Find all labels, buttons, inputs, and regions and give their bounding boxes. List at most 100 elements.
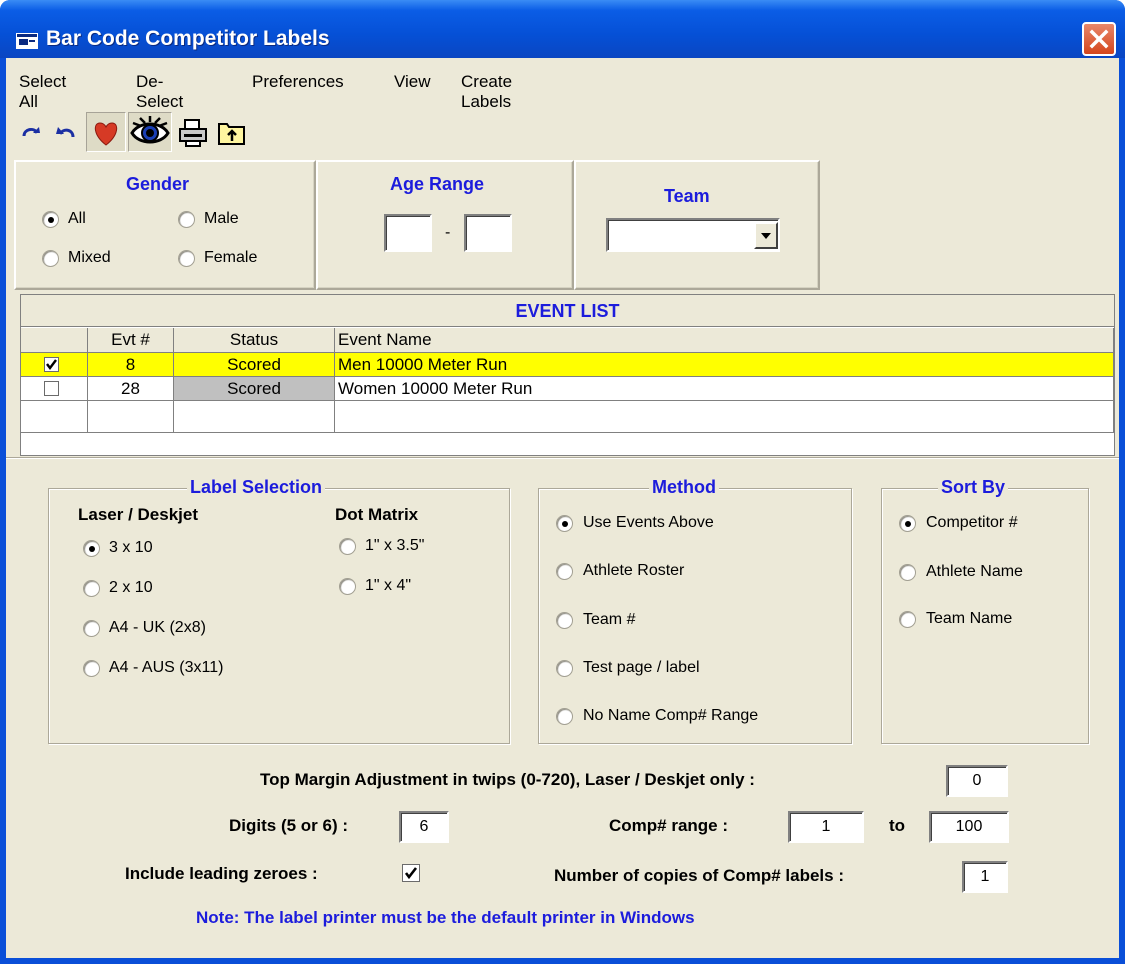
age-from-input[interactable] (384, 214, 432, 252)
label-3x10-label: 3 x 10 (109, 539, 153, 556)
row-1-checkbox[interactable] (44, 357, 59, 372)
gender-female-radio[interactable] (178, 250, 195, 267)
toolbar (18, 112, 318, 156)
undo-button[interactable] (50, 112, 82, 152)
column-header-evt[interactable]: Evt # (88, 328, 174, 353)
title-bar[interactable]: Bar Code Competitor Labels (0, 0, 1125, 58)
gender-title: Gender (126, 174, 190, 194)
window-title: Bar Code Competitor Labels (46, 27, 330, 50)
method-team-radio[interactable] (556, 612, 573, 629)
method-group: Method Use Events Above Athlete Roster T… (538, 477, 852, 744)
client-area: Select All De-Select Preferences View Cr… (6, 58, 1119, 958)
comp-range-to-label: to (889, 816, 906, 835)
close-icon (1089, 29, 1109, 49)
label-a4-aus-radio[interactable] (83, 660, 100, 677)
method-use-events-radio[interactable] (556, 515, 573, 532)
method-athlete-roster-radio[interactable] (556, 563, 573, 580)
label-a4-aus-label: A4 - AUS (3x11) (109, 659, 224, 676)
menu-preferences[interactable]: Preferences (252, 72, 344, 92)
sort-team-name-radio[interactable] (899, 611, 916, 628)
label-1x4-radio[interactable] (339, 578, 356, 595)
sort-athlete-name-label: Athlete Name (926, 563, 1023, 580)
digits-input[interactable]: 6 (399, 811, 449, 843)
gender-all-label: All (68, 210, 86, 227)
column-header-status[interactable]: Status (174, 328, 335, 353)
app-icon (16, 33, 38, 49)
label-3x10-radio[interactable] (83, 540, 100, 557)
age-to-input[interactable] (464, 214, 512, 252)
dot-matrix-header: Dot Matrix (335, 505, 419, 524)
sort-athlete-name-radio[interactable] (899, 564, 916, 581)
gender-male-radio[interactable] (178, 211, 195, 228)
label-2x10-label: 2 x 10 (109, 579, 153, 596)
empty-cell (174, 401, 335, 433)
laser-deskjet-header: Laser / Deskjet (78, 505, 199, 524)
empty-cell (335, 401, 1114, 433)
row-2-status[interactable]: Scored (174, 377, 335, 401)
event-list-title: EVENT LIST (21, 295, 1114, 327)
method-team-label: Team # (583, 611, 636, 628)
open-folder-button[interactable] (214, 112, 250, 152)
copies-label: Number of copies of Comp# labels : (554, 866, 844, 885)
top-margin-input[interactable]: 0 (946, 765, 1008, 797)
favorites-button[interactable] (86, 112, 126, 152)
empty-cell (88, 401, 174, 433)
event-list-grid: EVENT LIST Evt # Status Event Name 8 Sco… (20, 294, 1115, 456)
method-test-page-label: Test page / label (583, 659, 700, 676)
printer-note: Note: The label printer must be the defa… (196, 908, 695, 927)
close-button[interactable] (1082, 22, 1116, 56)
top-margin-label: Top Margin Adjustment in twips (0-720), … (260, 770, 755, 789)
row-1-evt[interactable]: 8 (88, 353, 174, 377)
column-header-event-name[interactable]: Event Name (335, 328, 1114, 353)
print-button[interactable] (176, 112, 210, 152)
team-dropdown-button[interactable] (754, 222, 778, 249)
method-test-page-radio[interactable] (556, 660, 573, 677)
row-2-evt[interactable]: 28 (88, 377, 174, 401)
gender-all-radio[interactable] (42, 211, 59, 228)
comp-range-from-input[interactable]: 1 (788, 811, 864, 843)
leading-zeroes-checkbox[interactable] (402, 864, 420, 882)
leading-zeroes-label: Include leading zeroes : (125, 864, 318, 883)
menu-view[interactable]: View (394, 72, 431, 92)
folder-up-icon (218, 123, 245, 145)
menu-create-labels[interactable]: Create Labels (461, 72, 512, 112)
redo-button[interactable] (18, 112, 48, 152)
age-range-separator: - (445, 224, 451, 241)
row-2-checkbox[interactable] (44, 381, 59, 396)
label-2x10-radio[interactable] (83, 580, 100, 597)
method-no-name-range-label: No Name Comp# Range (583, 707, 759, 724)
row-2-event-name[interactable]: Women 10000 Meter Run (335, 377, 1114, 401)
menu-select-all[interactable]: Select All (19, 72, 66, 112)
row-1-status[interactable]: Scored (174, 353, 335, 377)
gender-mixed-label: Mixed (68, 249, 111, 266)
row-2-select-cell[interactable] (21, 377, 88, 401)
sort-competitor-radio[interactable] (899, 515, 916, 532)
comp-range-to-input[interactable]: 100 (929, 811, 1009, 843)
sort-by-title: Sort By (938, 477, 1009, 498)
method-no-name-range-radio[interactable] (556, 708, 573, 725)
gender-mixed-radio[interactable] (42, 250, 59, 267)
gender-female-label: Female (204, 249, 258, 266)
printer-icon (179, 119, 207, 147)
row-1-select-cell[interactable] (21, 353, 88, 377)
age-range-title: Age Range (390, 174, 485, 194)
app-window: Bar Code Competitor Labels Select All De… (0, 0, 1125, 964)
menu-de-select[interactable]: De-Select (136, 72, 183, 112)
gender-male-label: Male (204, 210, 239, 227)
sort-competitor-label: Competitor # (926, 514, 1018, 531)
checkmark-icon (46, 359, 57, 370)
digits-label: Digits (5 or 6) : (229, 816, 349, 835)
copies-input[interactable]: 1 (962, 861, 1008, 893)
gender-panel: Gender All Male Mixed Female (14, 160, 316, 290)
view-button[interactable] (128, 112, 172, 152)
divider (6, 457, 1119, 459)
label-selection-title: Label Selection (187, 477, 326, 498)
method-use-events-label: Use Events Above (583, 514, 714, 531)
sort-team-name-label: Team Name (926, 610, 1013, 627)
label-a4-uk-radio[interactable] (83, 620, 100, 637)
label-1x3.5-radio[interactable] (339, 538, 356, 555)
team-panel: Team (574, 160, 820, 290)
label-selection-group: Label Selection Laser / Deskjet Dot Matr… (48, 477, 510, 744)
checkmark-icon (404, 867, 418, 880)
row-1-event-name[interactable]: Men 10000 Meter Run (335, 353, 1114, 377)
